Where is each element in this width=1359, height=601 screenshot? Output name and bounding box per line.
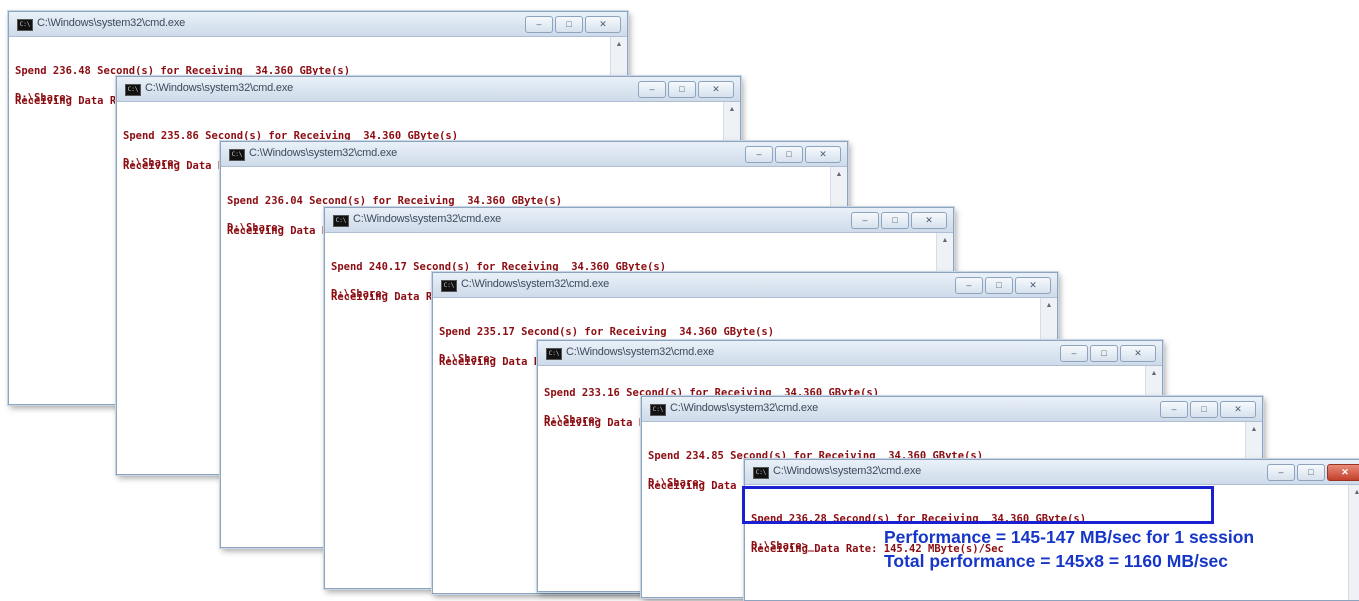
maximize-icon[interactable]: □ [881, 212, 909, 229]
window-title: C:\Windows\system32\cmd.exe [249, 147, 398, 159]
performance-note: Performance = 145-147 MB/sec for 1 sessi… [884, 527, 1255, 547]
window-title: C:\Windows\system32\cmd.exe [461, 278, 610, 290]
scroll-up-icon[interactable]: ▲ [1041, 298, 1057, 314]
window-title: C:\Windows\system32\cmd.exe [566, 346, 715, 358]
title-bar[interactable]: C:\ C:\Windows\system32\cmd.exe – □ ✕ [9, 12, 627, 37]
maximize-icon[interactable]: □ [985, 277, 1013, 294]
maximize-icon[interactable]: □ [775, 146, 803, 163]
command-prompt[interactable]: D:\Share>_ [751, 540, 814, 552]
window-title: C:\Windows\system32\cmd.exe [145, 82, 294, 94]
close-icon[interactable]: ✕ [1015, 277, 1051, 294]
cmd-icon: C:\ [17, 19, 33, 31]
console-line-1: Spend 236.04 Second(s) for Receiving 34.… [227, 195, 563, 207]
close-icon[interactable]: ✕ [911, 212, 947, 229]
console-line-1: Spend 236.48 Second(s) for Receiving 34.… [15, 65, 351, 77]
title-bar[interactable]: C:\ C:\Windows\system32\cmd.exe – □ ✕ [642, 397, 1262, 422]
title-bar[interactable]: C:\ C:\Windows\system32\cmd.exe – □ ✕ [745, 460, 1359, 485]
command-prompt[interactable]: D:\Share> [544, 414, 601, 426]
scroll-up-icon[interactable]: ▲ [611, 37, 627, 53]
window-title: C:\Windows\system32\cmd.exe [353, 213, 502, 225]
maximize-icon[interactable]: □ [1090, 345, 1118, 362]
close-icon[interactable]: ✕ [1220, 401, 1256, 418]
minimize-icon[interactable]: – [1160, 401, 1188, 418]
cmd-icon: C:\ [546, 348, 562, 360]
minimize-icon[interactable]: – [955, 277, 983, 294]
scrollbar[interactable] [1348, 485, 1359, 600]
cmd-icon: C:\ [125, 84, 141, 96]
title-bar[interactable]: C:\ C:\Windows\system32\cmd.exe – □ ✕ [325, 208, 953, 233]
minimize-icon[interactable]: – [1267, 464, 1295, 481]
console-line-1: Spend 235.17 Second(s) for Receiving 34.… [439, 326, 775, 338]
title-bar[interactable]: C:\ C:\Windows\system32\cmd.exe – □ ✕ [117, 77, 740, 102]
maximize-icon[interactable]: □ [1190, 401, 1218, 418]
minimize-icon[interactable]: – [851, 212, 879, 229]
scroll-up-icon[interactable]: ▲ [1246, 422, 1262, 438]
minimize-icon[interactable]: – [638, 81, 666, 98]
maximize-icon[interactable]: □ [668, 81, 696, 98]
scroll-up-icon[interactable]: ▲ [937, 233, 953, 249]
cmd-icon: C:\ [333, 215, 349, 227]
command-prompt[interactable]: D:\Share> [123, 157, 180, 169]
command-prompt[interactable]: D:\Share> [227, 222, 284, 234]
title-bar[interactable]: C:\ C:\Windows\system32\cmd.exe – □ ✕ [433, 273, 1057, 298]
command-prompt[interactable]: D:\Share> [648, 477, 705, 489]
window-title: C:\Windows\system32\cmd.exe [670, 402, 819, 414]
highlight-box [742, 486, 1214, 524]
window-title: C:\Windows\system32\cmd.exe [773, 465, 922, 477]
window-title: C:\Windows\system32\cmd.exe [37, 17, 186, 29]
minimize-icon[interactable]: – [745, 146, 773, 163]
cmd-icon: C:\ [229, 149, 245, 161]
cmd-icon: C:\ [441, 280, 457, 292]
close-icon[interactable]: ✕ [1120, 345, 1156, 362]
command-prompt[interactable]: D:\Share> [439, 353, 496, 365]
maximize-icon[interactable]: □ [1297, 464, 1325, 481]
scroll-up-icon[interactable]: ▲ [831, 167, 847, 183]
close-icon[interactable]: ✕ [1327, 464, 1359, 481]
scroll-up-icon[interactable]: ▲ [1349, 485, 1359, 501]
console-line-1: Spend 235.86 Second(s) for Receiving 34.… [123, 130, 459, 142]
close-icon[interactable]: ✕ [585, 16, 621, 33]
close-icon[interactable]: ✕ [698, 81, 734, 98]
console-line-1: Spend 240.17 Second(s) for Receiving 34.… [331, 261, 667, 273]
cmd-icon: C:\ [753, 467, 769, 479]
cmd-icon: C:\ [650, 404, 666, 416]
total-performance-note: Total performance = 145x8 = 1160 MB/sec [884, 551, 1229, 571]
minimize-icon[interactable]: – [1060, 345, 1088, 362]
command-prompt[interactable]: D:\Share> [331, 288, 388, 300]
scroll-up-icon[interactable]: ▲ [1146, 366, 1162, 382]
maximize-icon[interactable]: □ [555, 16, 583, 33]
title-bar[interactable]: C:\ C:\Windows\system32\cmd.exe – □ ✕ [221, 142, 847, 167]
close-icon[interactable]: ✕ [805, 146, 841, 163]
command-prompt[interactable]: D:\Share> [15, 92, 72, 104]
minimize-icon[interactable]: – [525, 16, 553, 33]
title-bar[interactable]: C:\ C:\Windows\system32\cmd.exe – □ ✕ [538, 341, 1162, 366]
scroll-up-icon[interactable]: ▲ [724, 102, 740, 118]
